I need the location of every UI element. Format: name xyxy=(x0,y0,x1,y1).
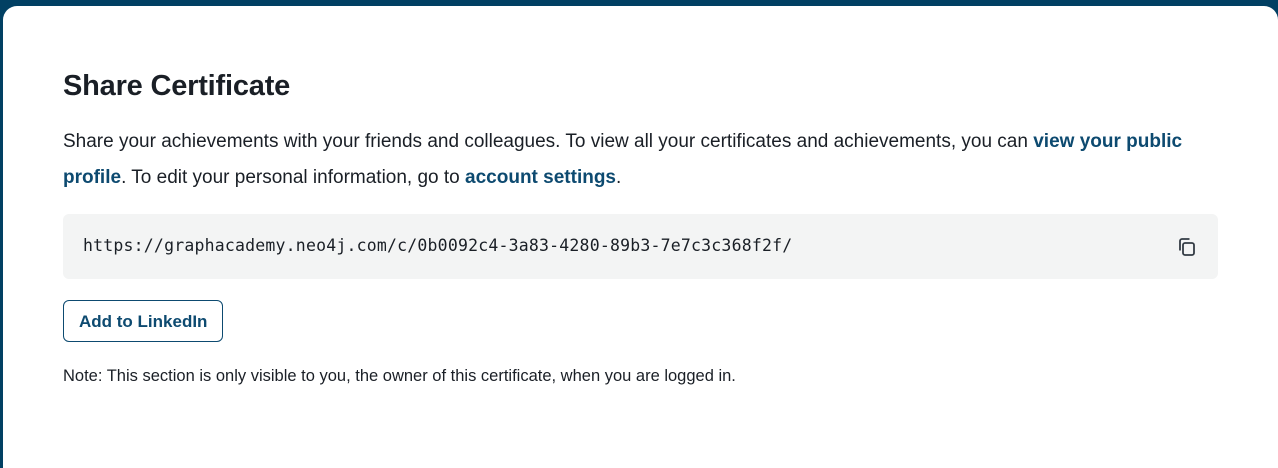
description-text-1: Share your achievements with your friend… xyxy=(63,131,1034,152)
visibility-note: Note: This section is only visible to yo… xyxy=(63,367,736,385)
description-text-3: . xyxy=(616,167,622,188)
certificate-url-box: https://graphacademy.neo4j.com/c/0b0092c… xyxy=(63,214,1218,279)
share-certificate-card: Share Certificate Share your achievement… xyxy=(3,6,1278,468)
account-settings-link[interactable]: account settings xyxy=(465,167,616,188)
add-to-linkedin-button[interactable]: Add to LinkedIn xyxy=(63,300,224,342)
description-text-2: . To edit your personal information, go … xyxy=(121,167,466,188)
certificate-url[interactable]: https://graphacademy.neo4j.com/c/0b0092c… xyxy=(83,236,792,255)
copy-icon[interactable] xyxy=(1176,236,1198,258)
share-description: Share your achievements with your friend… xyxy=(63,124,1223,196)
page-title: Share Certificate xyxy=(63,70,291,102)
